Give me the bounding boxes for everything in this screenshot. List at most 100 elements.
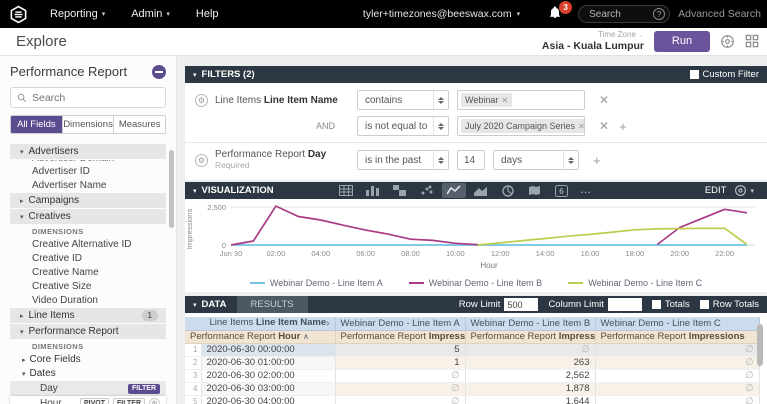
filter-value-input[interactable]: Webinar✕ <box>457 90 585 110</box>
remove-tag-icon[interactable]: ✕ <box>501 96 508 105</box>
remove-filter-icon[interactable]: ✕ <box>599 93 609 107</box>
sidebar-section-advertisers[interactable]: ▾Advertisers <box>10 144 166 159</box>
hour-cell[interactable]: 2020-06-30 02:00:00 <box>201 369 335 382</box>
table-scrollbar[interactable] <box>757 324 763 366</box>
pivot-badge[interactable]: PIVOT <box>80 398 109 404</box>
filter-unit-select[interactable]: days <box>493 150 579 170</box>
data-bar[interactable]: ▾ DATA RESULTS Row Limit Column Limit To… <box>185 296 767 313</box>
pie-chart-icon[interactable] <box>496 183 520 198</box>
impressions-cell[interactable]: ∅ <box>595 369 759 382</box>
help-question-icon[interactable]: ? <box>653 8 665 20</box>
field-item-video-duration[interactable]: Video Duration <box>10 294 166 308</box>
hour-column-header[interactable]: Performance Report Hour ∧ <box>185 330 335 343</box>
field-item-creative-name[interactable]: Creative Name <box>10 266 166 280</box>
hour-cell[interactable]: 2020-06-30 04:00:00 <box>201 395 335 404</box>
filter-operator-select[interactable]: is not equal to <box>357 116 449 136</box>
settings-gear-icon[interactable] <box>720 34 735 49</box>
impressions-cell[interactable]: ∅ <box>335 382 465 395</box>
more-chart-types-icon[interactable]: ... <box>581 185 592 196</box>
row-totals-checkbox[interactable] <box>700 300 709 309</box>
custom-filter-checkbox[interactable] <box>690 70 699 79</box>
layout-squares-icon[interactable] <box>745 34 759 48</box>
filter-gear-icon[interactable]: ⚙ <box>195 154 208 167</box>
hour-cell[interactable]: 2020-06-30 03:00:00 <box>201 382 335 395</box>
remove-tag-icon[interactable]: ✕ <box>578 122 585 131</box>
beeswax-logo-icon[interactable] <box>9 5 28 24</box>
field-search-box[interactable] <box>10 87 166 108</box>
impressions-cell[interactable]: 1,644 <box>465 395 595 404</box>
impressions-cell[interactable]: 1 <box>335 356 465 369</box>
filter-tag[interactable]: Webinar✕ <box>461 93 512 107</box>
filter-tag[interactable]: July 2020 Campaign Series✕ <box>461 119 585 133</box>
single-value-icon[interactable]: 6 <box>550 183 574 198</box>
pivot-value-header[interactable]: Webinar Demo - Line Item A <box>335 317 465 330</box>
impressions-cell[interactable]: ∅ <box>335 369 465 382</box>
field-gear-icon[interactable]: ⚙ <box>149 398 160 404</box>
impressions-cell[interactable]: 5 <box>335 343 465 356</box>
field-item[interactable]: Advertiser Domain <box>10 160 166 165</box>
tab-dimensions[interactable]: Dimensions <box>63 116 115 133</box>
user-menu[interactable]: tyler+timezones@beeswax.com ▾ <box>363 8 520 20</box>
field-item-creative-alternative-id[interactable]: Creative Alternative ID <box>10 238 166 252</box>
hour-cell[interactable]: 2020-06-30 01:00:00 <box>201 356 335 369</box>
field-item-day[interactable]: DayFILTER <box>10 381 166 396</box>
visualization-bar[interactable]: ▾ VISUALIZATION 6... EDIT ▾ <box>185 182 767 199</box>
filter-value-input[interactable]: July 2020 Campaign Series✕ <box>457 116 585 136</box>
impressions-cell[interactable]: ∅ <box>595 382 759 395</box>
line-chart-icon[interactable] <box>442 183 466 198</box>
add-filter-icon[interactable]: + <box>593 153 601 168</box>
filter-badge[interactable]: FILTER <box>113 398 145 404</box>
map-icon[interactable] <box>523 183 547 198</box>
impressions-cell[interactable]: ∅ <box>335 395 465 404</box>
column-limit-input[interactable] <box>608 298 642 311</box>
pivot-dim-header[interactable]: Line Items Line Item Name› <box>185 317 335 330</box>
filter-operator-select[interactable]: contains <box>357 90 449 110</box>
impressions-column-header[interactable]: Performance Report Impressions <box>465 330 595 343</box>
table-icon[interactable] <box>334 183 358 198</box>
scatter-plot-icon[interactable] <box>415 183 439 198</box>
impressions-cell[interactable]: ∅ <box>465 343 595 356</box>
impressions-cell[interactable]: 1,878 <box>465 382 595 395</box>
viz-settings-gear-icon[interactable]: ▾ <box>734 184 759 197</box>
pivot-value-header[interactable]: Webinar Demo - Line Item B <box>465 317 595 330</box>
impressions-cell[interactable]: ∅ <box>595 343 759 356</box>
impressions-column-header[interactable]: Performance Report Impressions <box>595 330 759 343</box>
run-button[interactable]: Run <box>654 31 710 52</box>
filter-number-input[interactable]: 14 <box>457 150 485 170</box>
edit-button[interactable]: EDIT <box>705 185 727 196</box>
filter-badge[interactable]: FILTER <box>128 384 160 394</box>
tab-all-fields[interactable]: All Fields <box>11 116 63 133</box>
tab-measures[interactable]: Measures <box>114 116 165 133</box>
field-item-hour[interactable]: HourPIVOTFILTER⚙ <box>10 396 166 404</box>
sidebar-section-campaigns[interactable]: ▸Campaigns <box>10 193 166 208</box>
sidebar-subsection-dates[interactable]: ▾Dates <box>10 367 166 381</box>
waterfall-chart-icon[interactable] <box>388 183 412 198</box>
impressions-cell[interactable]: 2,562 <box>465 369 595 382</box>
filter-operator-select[interactable]: is in the past <box>357 150 449 170</box>
pivot-value-header[interactable]: Webinar Demo - Line Item C <box>595 317 759 330</box>
hour-cell[interactable]: 2020-06-30 00:00:00 <box>201 343 335 356</box>
collapse-panel-icon[interactable] <box>152 65 166 79</box>
column-chart-icon[interactable] <box>361 183 385 198</box>
filters-bar[interactable]: ▾ FILTERS (2) Custom Filter <box>185 66 767 83</box>
impressions-cell[interactable]: ∅ <box>595 395 759 404</box>
sidebar-scrollbar[interactable] <box>169 150 174 228</box>
row-limit-input[interactable] <box>504 298 538 311</box>
field-item-advertiser-name[interactable]: Advertiser Name <box>10 179 166 193</box>
sidebar-subsection-core-fields[interactable]: ▸Core Fields <box>10 353 166 367</box>
nav-item-reporting[interactable]: Reporting▾ <box>50 8 105 20</box>
nav-item-help[interactable]: Help <box>196 8 219 20</box>
impressions-cell[interactable]: ∅ <box>595 356 759 369</box>
add-filter-icon[interactable]: + <box>619 119 627 134</box>
field-item-advertiser-id[interactable]: Advertiser ID <box>10 165 166 179</box>
filter-gear-icon[interactable]: ⚙ <box>195 94 208 107</box>
totals-checkbox[interactable] <box>652 300 661 309</box>
notifications-button[interactable]: 3 <box>548 5 562 23</box>
sidebar-section-performance-report[interactable]: ▾Performance Report <box>10 324 166 339</box>
field-search-input[interactable] <box>32 92 159 104</box>
advanced-search-link[interactable]: Advanced Search <box>678 8 761 20</box>
sidebar-section-creatives[interactable]: ▾Creatives <box>10 209 166 224</box>
impressions-cell[interactable]: 263 <box>465 356 595 369</box>
field-item-creative-size[interactable]: Creative Size <box>10 280 166 294</box>
nav-item-admin[interactable]: Admin▾ <box>131 8 170 20</box>
